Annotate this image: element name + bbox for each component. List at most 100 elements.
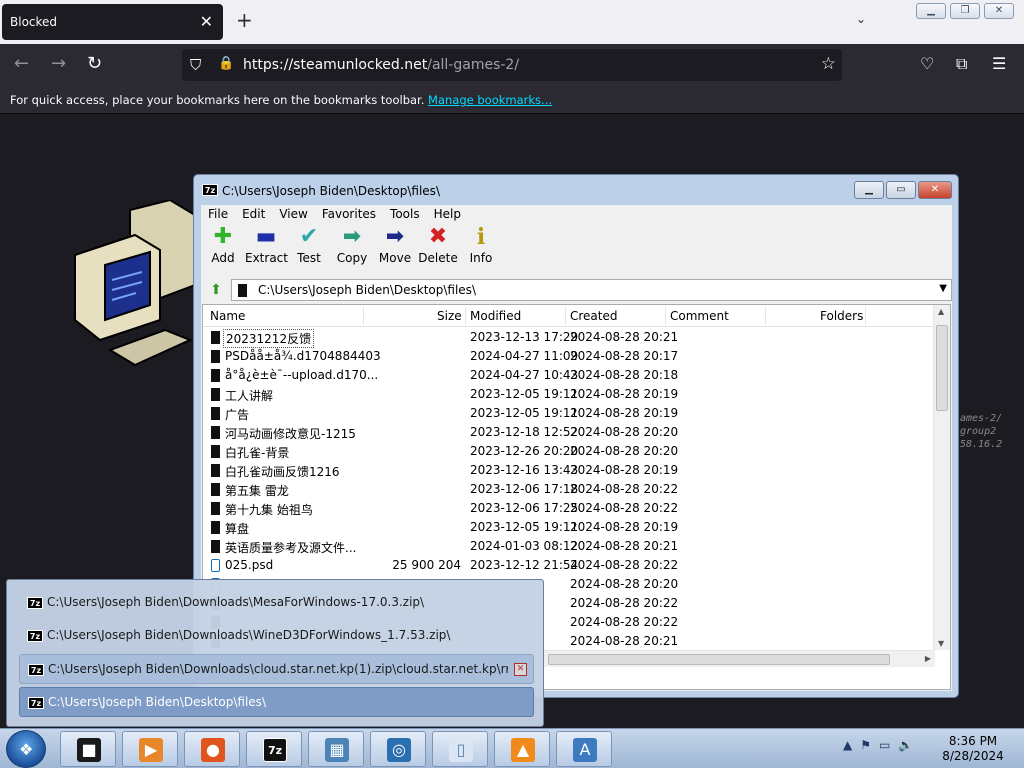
taskbar-media-player-button[interactable]: ▶ xyxy=(122,731,178,767)
menu-edit[interactable]: Edit xyxy=(235,205,272,223)
vertical-scrollbar[interactable]: ▲ ▼ xyxy=(933,305,950,650)
table-row[interactable]: 白孔雀-背景 2023-12-26 20:20 2024-08-28 20:20 xyxy=(203,442,935,461)
reload-button[interactable]: ↻ xyxy=(87,54,102,74)
jump-list-item[interactable]: 7z C:\Users\Joseph Biden\Downloads\cloud.… xyxy=(19,654,534,684)
column-size[interactable]: Size xyxy=(437,309,462,323)
sevenzip-titlebar[interactable]: 7z C:\Users\Joseph Biden\Desktop\files\ … xyxy=(194,175,958,205)
jump-list-item[interactable]: 7z C:\Users\Joseph Biden\Desktop\files\ xyxy=(19,687,534,717)
folder-icon xyxy=(211,540,220,553)
dropdown-arrow-icon[interactable]: ▼ xyxy=(939,283,947,294)
table-row[interactable]: PSDåå±å¾.d1704884403 2024-04-27 11:09 2024… xyxy=(203,347,935,366)
clock[interactable]: 8:36 PM 8/28/2024 xyxy=(930,734,1016,764)
tab-strip: Blocked ✕ + ⌄ ▁ ❐ ✕ xyxy=(0,0,1024,44)
chevron-down-icon[interactable]: ⌄ xyxy=(856,12,866,26)
minimize-button[interactable]: ▁ xyxy=(916,3,946,19)
manage-bookmarks-link[interactable]: Manage bookmarks... xyxy=(428,93,552,107)
sevenzip-minimize-button[interactable]: ▁ xyxy=(854,181,884,199)
add-button[interactable]: ✚ Add xyxy=(202,223,244,273)
path-combobox[interactable]: C:\Users\Joseph Biden\Desktop\files\ ▼ xyxy=(231,279,952,301)
menu-icon[interactable]: ☰ xyxy=(992,54,1006,73)
menu-favorites[interactable]: Favorites xyxy=(315,205,383,223)
taskbar-firefox-button[interactable]: ● xyxy=(184,731,240,767)
display-icon[interactable]: ▭ xyxy=(879,738,890,752)
shield-icon[interactable]: ⛉ xyxy=(190,56,201,74)
clock-date: 8/28/2024 xyxy=(942,749,1004,763)
action-center-icon[interactable]: ⚑ xyxy=(860,738,871,752)
forward-button[interactable]: → xyxy=(51,54,66,74)
close-tab-icon[interactable]: ✕ xyxy=(200,12,213,31)
menu-help[interactable]: Help xyxy=(427,205,468,223)
extract-button[interactable]: ▬ Extract xyxy=(245,223,288,273)
taskbar-document-button[interactable]: ▯ xyxy=(432,731,488,767)
file-created: 2024-08-28 20:21 xyxy=(570,539,679,553)
delete-button[interactable]: ✖ Delete xyxy=(417,223,459,273)
taskbar-wordpad-button[interactable]: A xyxy=(556,731,612,767)
table-row[interactable]: 025.psd 25 900 204 2023-12-12 21:54 2024-08… xyxy=(203,556,935,575)
menu-view[interactable]: View xyxy=(272,205,314,223)
move-button[interactable]: ➡ Move xyxy=(374,223,416,273)
pocket-icon[interactable]: ♡ xyxy=(920,54,934,73)
remove-from-list-icon[interactable]: ✕ xyxy=(514,663,527,676)
taskbar-vlc-button[interactable]: ▲ xyxy=(494,731,550,767)
extensions-icon[interactable]: ⧉ xyxy=(956,54,967,74)
scroll-thumb[interactable] xyxy=(936,325,948,411)
restore-button[interactable]: ❐ xyxy=(950,3,980,19)
vlc-icon: ▲ xyxy=(511,738,535,762)
table-row[interactable]: 第十九集 始祖鸟 2023-12-06 17:25 2024-08-28 20:22 xyxy=(203,499,935,518)
path-text[interactable]: C:\Users\Joseph Biden\Desktop\files\ xyxy=(258,283,476,297)
sevenzip-maximize-button[interactable]: ▭ xyxy=(886,181,916,199)
table-row[interactable]: 20231212反馈 2023-12-13 17:29 2024-08-28 20:… xyxy=(203,328,935,348)
taskbar-7zip-button[interactable]: 7z xyxy=(246,731,302,767)
test-button[interactable]: ✔ Test xyxy=(288,223,330,273)
jump-list-item[interactable]: 7z C:\Users\Joseph Biden\Downloads\WineD3… xyxy=(19,621,534,651)
url-bar[interactable]: ⛉ 🔒 https://steamunlocked.net/all-games-… xyxy=(182,49,842,81)
jump-list-item[interactable]: 7z C:\Users\Joseph Biden\Downloads\MesaFo… xyxy=(19,588,534,618)
start-button[interactable]: ❖ xyxy=(6,730,46,768)
file-name: å°å¿è±è¯--upload.d170... xyxy=(225,368,379,382)
column-name[interactable]: Name xyxy=(210,309,245,323)
sevenzip-close-button[interactable]: ✕ xyxy=(918,181,952,199)
folder-icon xyxy=(211,445,220,458)
taskbar-cmd-button[interactable]: ■ xyxy=(60,731,116,767)
url-text[interactable]: https://steamunlocked.net/all-games-2/ xyxy=(243,57,519,73)
lock-icon[interactable]: 🔒 xyxy=(218,56,234,71)
taskbar-explorer-app-button[interactable]: ◎ xyxy=(370,731,426,767)
clock-time: 8:36 PM xyxy=(948,734,998,748)
tray-expand-icon[interactable]: ▲ xyxy=(843,738,852,752)
new-tab-button[interactable]: + xyxy=(236,10,253,30)
column-folders[interactable]: Folders xyxy=(820,309,863,323)
tab-blocked[interactable]: Blocked ✕ xyxy=(2,4,223,40)
menu-tools[interactable]: Tools xyxy=(383,205,427,223)
table-row[interactable]: 英语质量参考及源文件... 2024-01-03 08:12 2024-08-28 … xyxy=(203,537,935,556)
file-created: 2024-08-28 20:20 xyxy=(570,444,679,458)
table-row[interactable]: 广告 2023-12-05 19:11 2024-08-28 20:19 xyxy=(203,404,935,423)
column-created[interactable]: Created xyxy=(570,309,618,323)
table-row[interactable]: 河马动画修改意见-1215 2023-12-18 12:52 2024-08-28 … xyxy=(203,423,935,442)
file-name: PSDåå±å¾.d1704884403 xyxy=(225,349,381,363)
table-row[interactable]: 算盘 2023-12-05 19:11 2024-08-28 20:19 xyxy=(203,518,935,537)
back-button[interactable]: ← xyxy=(14,54,29,74)
computer-illustration-icon xyxy=(74,200,195,367)
table-row[interactable]: 白孔雀动画反馈1216 2023-12-16 13:43 2024-08-28 20… xyxy=(203,461,935,480)
table-row[interactable]: 工人讲解 2023-12-05 19:11 2024-08-28 20:19 xyxy=(203,385,935,404)
column-modified[interactable]: Modified xyxy=(470,309,521,323)
menu-file[interactable]: File xyxy=(201,205,235,223)
list-header: Name Size Modified Created Comment Folde… xyxy=(203,305,935,327)
volume-icon[interactable]: 🔈 xyxy=(898,738,913,752)
file-name: 河马动画修改意见-1215 xyxy=(225,427,356,441)
taskbar-picture-viewer-button[interactable]: ▦ xyxy=(308,731,364,767)
sevenzip-title: C:\Users\Joseph Biden\Desktop\files\ xyxy=(222,184,440,198)
close-window-button[interactable]: ✕ xyxy=(984,3,1014,19)
hscroll-thumb[interactable] xyxy=(548,654,890,665)
column-comment[interactable]: Comment xyxy=(670,309,729,323)
file-modified: 2023-12-05 19:11 xyxy=(470,387,579,401)
sevenzip-toolbar: ✚ Add ▬ Extract ✔ Test ➡ Copy ➡ Move ✖ Delete … xyxy=(201,223,952,273)
folder-icon xyxy=(211,464,220,477)
table-row[interactable]: 第五集 雷龙 2023-12-06 17:18 2024-08-28 20:22 xyxy=(203,480,935,499)
folder-up-icon[interactable]: ⬆ xyxy=(205,280,227,300)
explorer-app-icon: ◎ xyxy=(387,738,411,762)
copy-button[interactable]: ➡ Copy xyxy=(331,223,373,273)
bookmark-star-icon[interactable]: ☆ xyxy=(821,54,836,74)
info-button[interactable]: i Info xyxy=(460,223,502,273)
table-row[interactable]: å°å¿è±è¯--upload.d170... 2024-04-27 10:43… xyxy=(203,366,935,385)
